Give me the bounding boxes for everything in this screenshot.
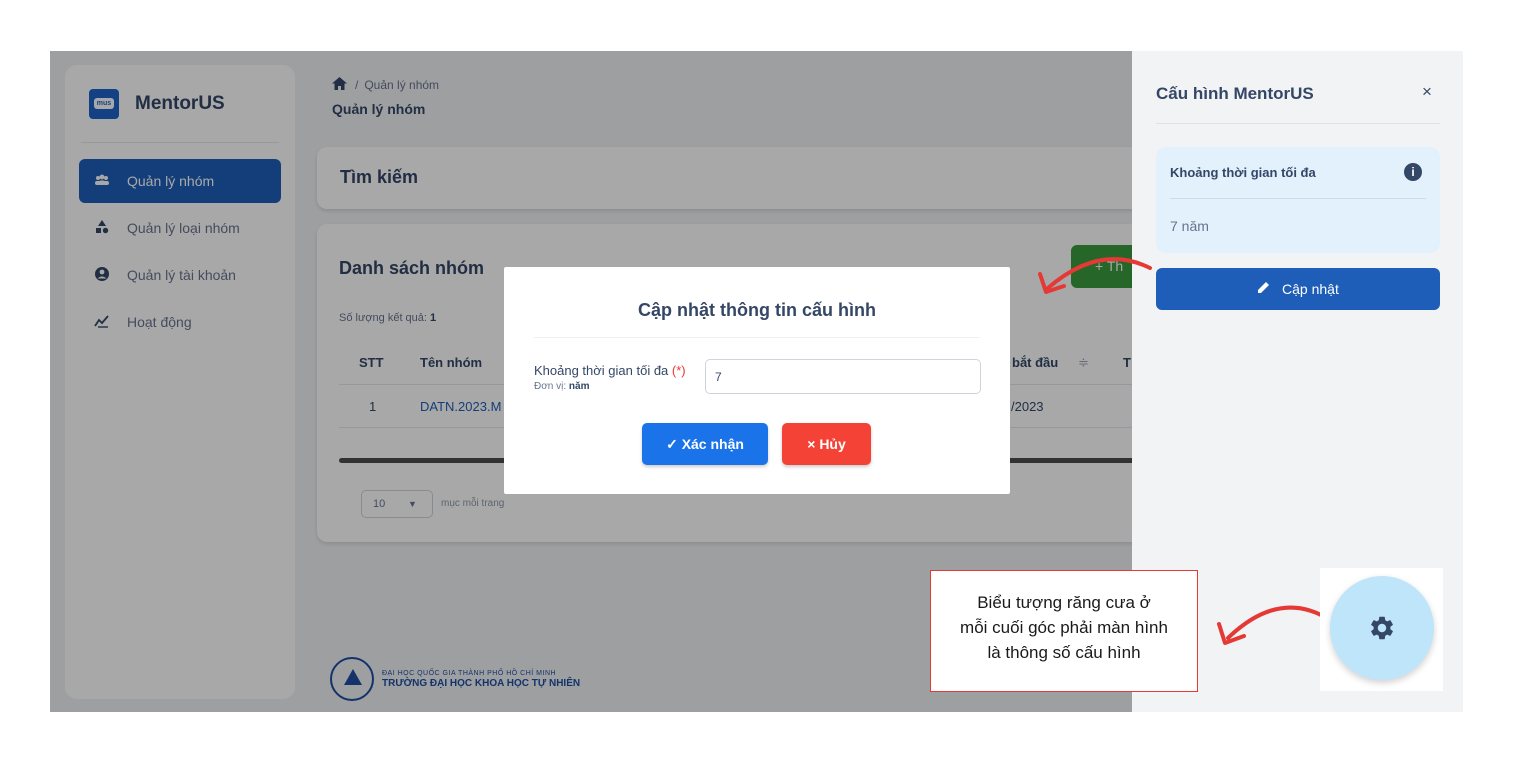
info-icon[interactable]: i <box>1404 163 1422 181</box>
config-item-card: Khoảng thời gian tối đa i 7 năm <box>1156 147 1440 253</box>
pencil-icon <box>1257 268 1270 310</box>
unit-label: Đơn vị: <box>534 381 567 392</box>
confirm-button[interactable]: ✓ Xác nhận <box>642 423 768 465</box>
close-icon[interactable]: × <box>1422 82 1432 102</box>
annotation-arrow-icon <box>1038 257 1152 294</box>
unit-value: năm <box>568 381 590 392</box>
config-item-label: Khoảng thời gian tối đa <box>1170 165 1316 180</box>
annotation-arrow-icon <box>1217 605 1332 645</box>
config-panel-title: Cấu hình MentorUS <box>1156 84 1314 103</box>
close-icon: × <box>807 436 816 452</box>
gear-icon <box>1371 616 1393 640</box>
modal-title: Cập nhật thông tin cấu hình <box>638 300 876 320</box>
annotation-line1: Biểu tượng răng cưa ở <box>977 593 1151 612</box>
max-duration-label: Khoảng thời gian tối đa (*) <box>534 363 686 378</box>
check-icon: ✓ <box>666 436 678 452</box>
annotation-line2: mỗi cuối góc phải màn hình <box>960 618 1168 637</box>
annotation-note: Biểu tượng răng cưa ở mỗi cuối góc phải … <box>930 570 1198 692</box>
update-config-modal: Cập nhật thông tin cấu hình Khoảng thời … <box>504 267 1010 494</box>
config-fab-zoom <box>1320 568 1443 691</box>
config-fab-button[interactable] <box>1330 576 1434 680</box>
divider <box>1156 123 1440 124</box>
confirm-label: Xác nhận <box>681 436 744 452</box>
annotation-line3: là thông số cấu hình <box>987 643 1141 662</box>
unit-hint: Đơn vị: năm <box>534 381 589 392</box>
update-config-button[interactable]: Cập nhật <box>1156 268 1440 310</box>
max-duration-input[interactable] <box>705 359 981 394</box>
cancel-label: Hủy <box>819 436 846 452</box>
field-label-text: Khoảng thời gian tối đa <box>534 363 669 378</box>
required-mark: (*) <box>671 363 686 378</box>
cancel-button[interactable]: × Hủy <box>782 423 871 465</box>
divider <box>534 337 980 338</box>
update-label: Cập nhật <box>1282 281 1339 297</box>
config-item-value: 7 năm <box>1170 218 1209 234</box>
divider <box>1170 198 1426 199</box>
